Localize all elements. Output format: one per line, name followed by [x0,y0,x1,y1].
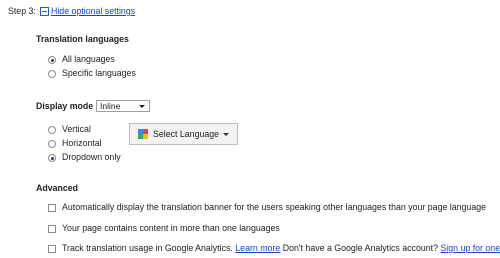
dropdown-only-label: Dropdown only [62,152,121,162]
analytics-label: Track translation usage in Google Analyt… [62,243,233,253]
select-language-text: Select Language [153,129,220,139]
multi-language-label: Your page contains content in more than … [62,223,280,233]
step-label: Step 3: [8,6,36,16]
learn-more-link[interactable]: Learn more [235,243,280,253]
all-languages-radio[interactable] [48,56,56,64]
analytics-checkbox[interactable] [48,245,56,253]
specific-languages-radio[interactable] [48,70,56,78]
select-language-preview[interactable]: Select Language [129,123,238,145]
display-mode-title: Display mode [36,101,94,111]
auto-banner-checkbox[interactable] [48,204,56,212]
all-languages-label: All languages [62,54,115,64]
chevron-down-icon [139,105,145,108]
translation-languages-title: Translation languages [36,34,129,44]
analytics-row: Track translation usage in Google Analyt… [62,243,500,253]
no-account-text: Don't have a Google Analytics account? [282,243,438,253]
horizontal-label: Horizontal [62,138,102,148]
vertical-label: Vertical [62,124,91,134]
display-mode-select-value: Inline [100,101,121,111]
advanced-title: Advanced [36,183,79,193]
horizontal-radio[interactable] [48,140,56,148]
vertical-radio[interactable] [48,126,56,134]
collapse-minus-icon[interactable] [40,7,49,16]
auto-banner-label: Automatically display the translation ba… [62,202,486,212]
chevron-down-icon [223,133,229,136]
dropdown-only-radio[interactable] [48,154,56,162]
google-translate-logo-icon [138,129,148,139]
hide-optional-settings-link[interactable]: Hide optional settings [51,6,135,16]
multi-language-checkbox[interactable] [48,225,56,233]
display-mode-select[interactable]: Inline [96,100,150,112]
specific-languages-label: Specific languages [62,68,136,78]
sign-up-link[interactable]: Sign up for one now [440,243,500,253]
